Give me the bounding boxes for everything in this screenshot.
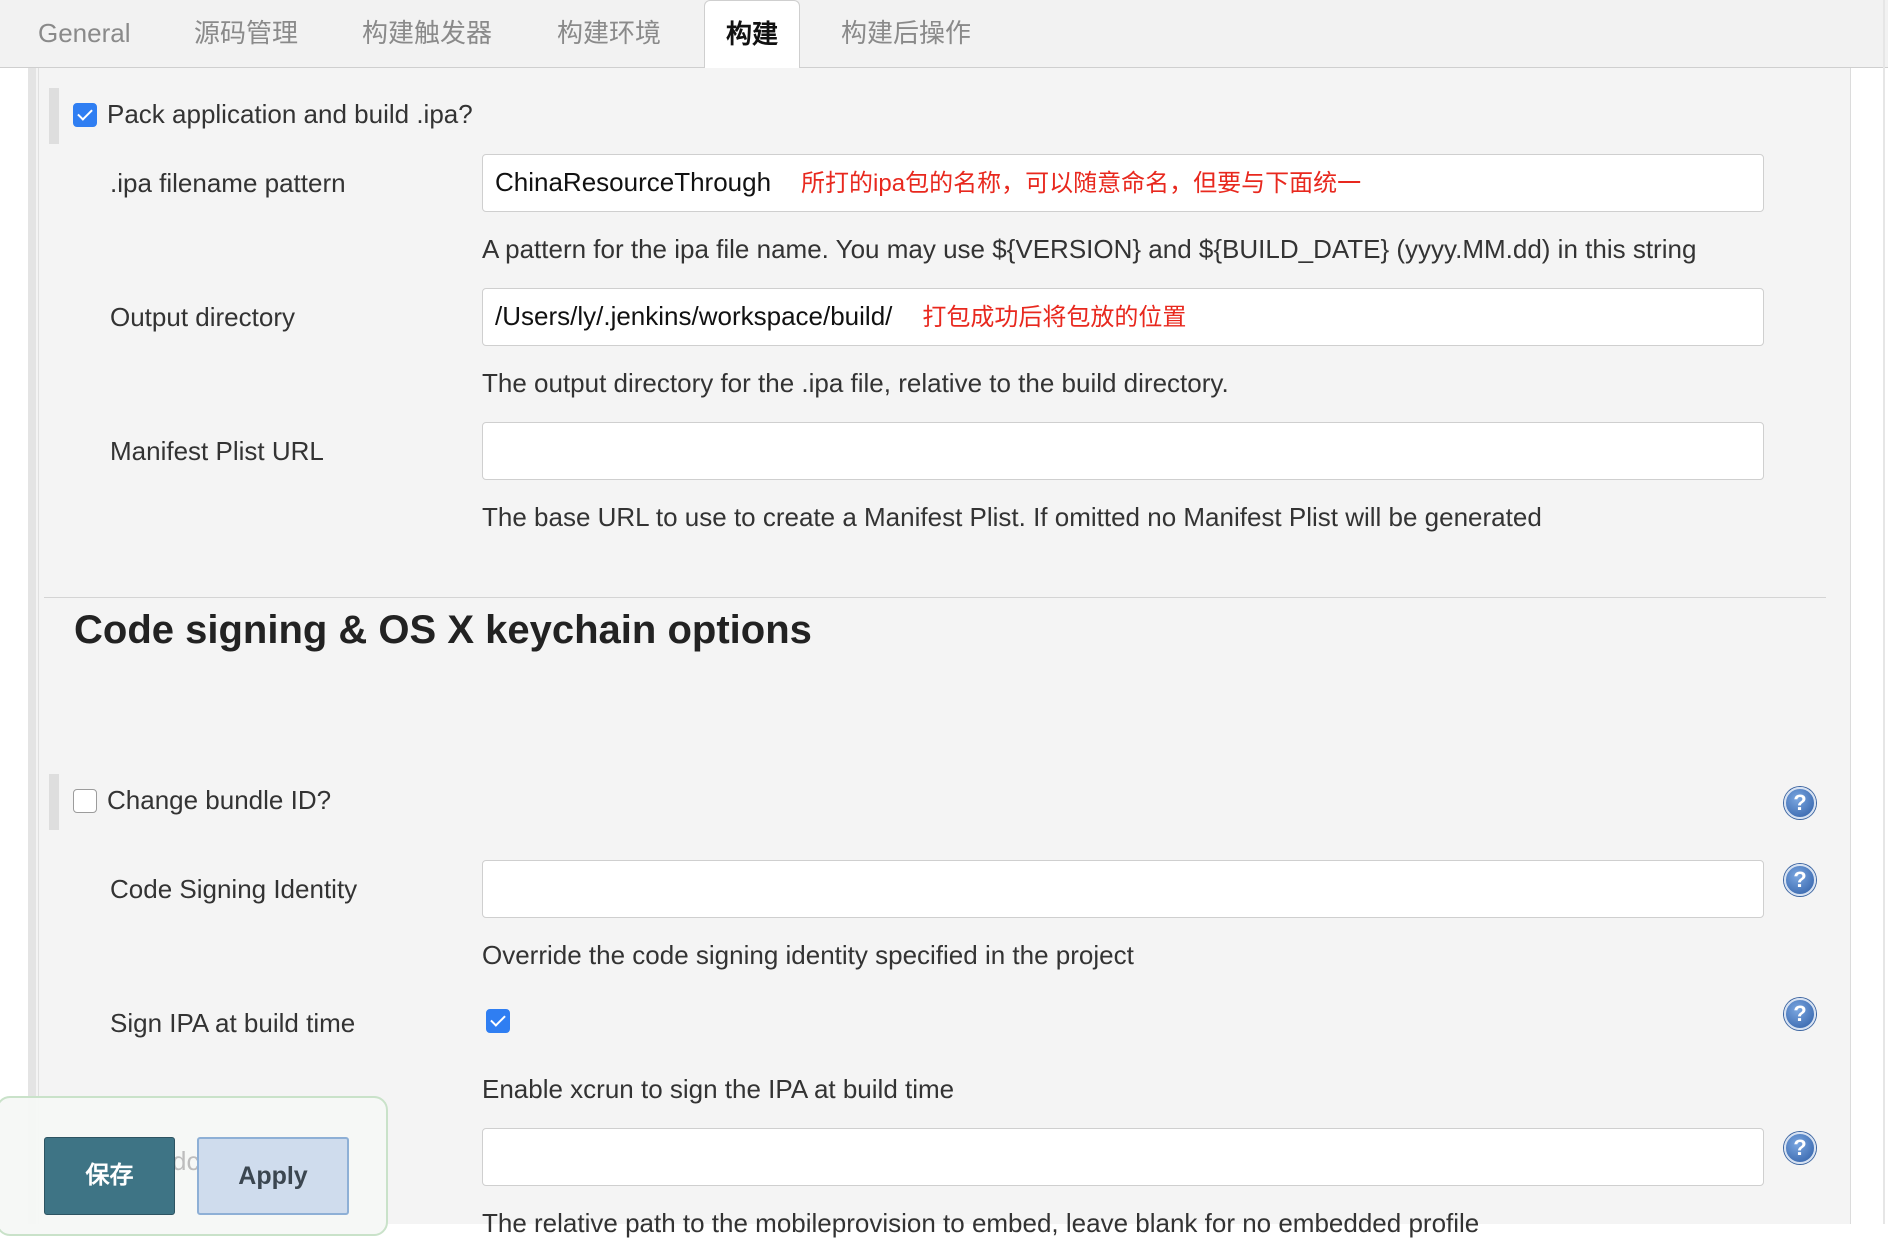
section-divider [44,597,1826,598]
sign-ipa-checkbox[interactable] [486,1009,510,1033]
pack-ipa-checkbox[interactable] [73,103,97,127]
scrollbar-track[interactable] [1883,0,1885,1224]
ipa-filename-value: ChinaResourceThrough [495,167,772,197]
pack-ipa-label: Pack application and build .ipa? [107,99,473,129]
help-icon[interactable]: ? [1784,1132,1816,1164]
manifest-plist-help-text: The base URL to use to create a Manifest… [482,502,1542,532]
section-title: Code signing & OS X keychain options [74,608,812,652]
mobileprovision-input[interactable] [482,1128,1764,1186]
code-signing-identity-input[interactable] [482,860,1764,918]
tab-bar: General 源码管理 构建触发器 构建环境 构建 构建后操作 [0,0,1888,70]
tab-build-triggers[interactable]: 构建触发器 [362,0,492,68]
code-signing-identity-help-text: Override the code signing identity speci… [482,940,1134,970]
manifest-plist-label: Manifest Plist URL [110,436,324,466]
obscured-label-fragment: dc [172,1146,200,1176]
tab-post-build-actions[interactable]: 构建后操作 [841,0,971,68]
output-directory-help-text: The output directory for the .ipa file, … [482,368,1229,398]
help-icon[interactable]: ? [1784,787,1816,819]
save-button[interactable]: 保存 [44,1137,175,1215]
apply-button[interactable]: Apply [197,1137,349,1215]
change-bundle-id-checkbox[interactable] [73,789,97,813]
ipa-filename-help-text: A pattern for the ipa file name. You may… [482,234,1697,264]
output-directory-value: /Users/ly/.jenkins/workspace/build/ [495,301,893,331]
change-bundle-id-label: Change bundle ID? [107,785,332,815]
help-icon[interactable]: ? [1784,864,1816,896]
output-directory-input[interactable]: /Users/ly/.jenkins/workspace/build/打包成功后… [482,288,1764,346]
manifest-plist-input[interactable] [482,422,1764,480]
row-indicator [49,88,59,144]
code-signing-identity-label: Code Signing Identity [110,874,358,904]
tab-build-environment[interactable]: 构建环境 [557,0,661,68]
tab-build[interactable]: 构建 [704,0,800,70]
ipa-filename-label: .ipa filename pattern [110,168,346,198]
help-icon[interactable]: ? [1784,998,1816,1030]
ipa-filename-input[interactable]: ChinaResourceThrough 所打的ipa包的名称，可以随意命名，但要… [482,154,1764,212]
ipa-filename-annotation: 所打的ipa包的名称，可以随意命名，但要与下面统一 [801,170,1362,197]
tab-general[interactable]: General [38,0,131,68]
row-indicator [49,774,59,830]
sign-ipa-label: Sign IPA at build time [110,1008,356,1038]
panel-rule [38,68,39,1224]
output-directory-label: Output directory [110,302,295,332]
tab-source-control[interactable]: 源码管理 [194,0,298,68]
output-directory-annotation: 打包成功后将包放的位置 [922,304,1187,331]
sign-ipa-help-text: Enable xcrun to sign the IPA at build ti… [482,1074,955,1104]
